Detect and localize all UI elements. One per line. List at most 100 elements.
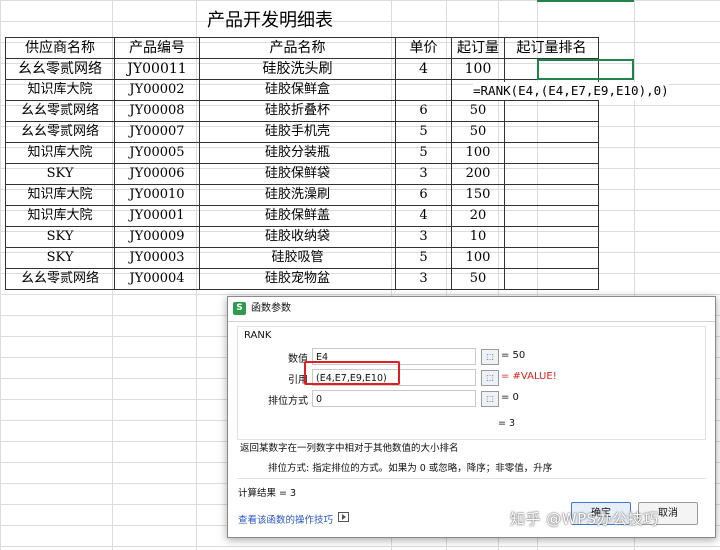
- help-link[interactable]: 查看该函数的操作技巧: [238, 512, 333, 526]
- arg-input-order[interactable]: 0: [312, 390, 476, 407]
- table-cell[interactable]: JY00002: [114, 79, 200, 101]
- table-cell[interactable]: JY00001: [114, 205, 200, 227]
- table-cell[interactable]: 4: [395, 58, 452, 80]
- header-cell[interactable]: 产品编号: [114, 37, 200, 59]
- arg-label-order: 排位方式: [268, 396, 308, 407]
- table-cell[interactable]: 幺幺零贰网络: [5, 100, 115, 122]
- table-cell[interactable]: JY00007: [114, 121, 200, 143]
- dialog-titlebar[interactable]: S 函数参数: [228, 297, 715, 322]
- table-cell[interactable]: JY00010: [114, 184, 200, 206]
- table-cell[interactable]: 3: [395, 163, 452, 185]
- divider: [237, 478, 706, 479]
- table-cell[interactable]: SKY: [5, 163, 115, 185]
- video-play-icon[interactable]: [338, 512, 349, 522]
- table-cell[interactable]: JY00005: [114, 142, 200, 164]
- header-cell[interactable]: 供应商名称: [5, 37, 115, 59]
- table-cell[interactable]: 150: [451, 184, 505, 206]
- table-cell[interactable]: 3: [395, 226, 452, 248]
- header-cell[interactable]: 起订量排名: [504, 37, 599, 59]
- table-cell[interactable]: 6: [395, 100, 452, 122]
- table-cell[interactable]: 50: [451, 121, 505, 143]
- table-cell[interactable]: 硅胶宠物盆: [199, 268, 396, 290]
- table-cell[interactable]: 5: [395, 142, 452, 164]
- table-cell[interactable]: 200: [451, 163, 505, 185]
- table-cell[interactable]: [504, 121, 599, 143]
- preview-result: = 3: [498, 418, 516, 429]
- table-cell[interactable]: 50: [451, 100, 505, 122]
- table-cell[interactable]: 20: [451, 205, 505, 227]
- table-cell[interactable]: 100: [451, 247, 505, 269]
- param-help: 排位方式: 指定排位的方式。如果为 0 或忽略，降序；非零值，升序: [268, 463, 553, 474]
- table-cell[interactable]: 10: [451, 226, 505, 248]
- function-name: RANK: [244, 330, 272, 341]
- table-cell[interactable]: 知识库大院: [5, 142, 115, 164]
- table-row: 知识库大院 JY00001 硅胶保鲜盖 4 20: [5, 205, 599, 227]
- table-cell[interactable]: SKY: [5, 247, 115, 269]
- table-cell[interactable]: JY00009: [114, 226, 200, 248]
- table-cell[interactable]: 50: [451, 268, 505, 290]
- header-cell[interactable]: 单价: [395, 37, 452, 59]
- header-cell[interactable]: 起订量: [451, 37, 505, 59]
- table-cell[interactable]: JY00006: [114, 163, 200, 185]
- table-cell[interactable]: 硅胶折叠杯: [199, 100, 396, 122]
- table-cell[interactable]: JY00011: [114, 58, 200, 80]
- range-select-icon[interactable]: ⬚: [481, 391, 499, 407]
- range-select-icon[interactable]: ⬚: [481, 370, 499, 386]
- dialog-title: 函数参数: [251, 303, 291, 314]
- arg-label-ref: 引用: [288, 375, 308, 386]
- table-cell[interactable]: 100: [451, 58, 505, 80]
- header-cell[interactable]: 产品名称: [199, 37, 396, 59]
- table-cell[interactable]: [504, 100, 599, 122]
- table-cell[interactable]: 硅胶分装瓶: [199, 142, 396, 164]
- table-cell[interactable]: 5: [395, 247, 452, 269]
- table-cell[interactable]: 硅胶洗头刷: [199, 58, 396, 80]
- range-select-icon[interactable]: ⬚: [481, 349, 499, 365]
- table-cell[interactable]: 硅胶保鲜盖: [199, 205, 396, 227]
- table-cell[interactable]: JY00008: [114, 100, 200, 122]
- table-cell[interactable]: 硅胶保鲜盒: [199, 79, 396, 101]
- table-cell[interactable]: 知识库大院: [5, 79, 115, 101]
- table-cell[interactable]: 幺幺零贰网络: [5, 58, 115, 80]
- table-row: SKY JY00003 硅胶吸管 5 100: [5, 247, 599, 269]
- table-cell[interactable]: 硅胶收纳袋: [199, 226, 396, 248]
- table-cell[interactable]: 6: [395, 184, 452, 206]
- table-cell[interactable]: 硅胶吸管: [199, 247, 396, 269]
- table-cell[interactable]: [504, 184, 599, 206]
- table-row: 知识库大院 JY00010 硅胶洗澡刷 6 150: [5, 184, 599, 206]
- arg-result-ref: = #VALUE!: [501, 371, 557, 382]
- table-cell[interactable]: 幺幺零贰网络: [5, 121, 115, 143]
- table-cell[interactable]: [504, 205, 599, 227]
- table-cell[interactable]: JY00003: [114, 247, 200, 269]
- table-cell[interactable]: SKY: [5, 226, 115, 248]
- table-cell[interactable]: [504, 226, 599, 248]
- table-cell[interactable]: [504, 142, 599, 164]
- function-description: 返回某数字在一列数字中相对于其他数值的大小排名: [240, 443, 459, 454]
- table-cell[interactable]: [504, 247, 599, 269]
- table-row: 幺幺零贰网络 JY00004 硅胶宠物盆 3 50: [5, 268, 599, 290]
- sheet-title: 产品开发明细表: [207, 10, 333, 31]
- table-header-row: 供应商名称 产品编号 产品名称 单价 起订量 起订量排名: [5, 37, 599, 59]
- table-cell[interactable]: 5: [395, 121, 452, 143]
- table-cell[interactable]: 知识库大院: [5, 205, 115, 227]
- arg-result-number: = 50: [501, 350, 526, 361]
- table-cell[interactable]: 知识库大院: [5, 184, 115, 206]
- table-cell[interactable]: 硅胶手机壳: [199, 121, 396, 143]
- formula-text[interactable]: =RANK(E4,(E4,E7,E9,E10),0): [473, 82, 669, 100]
- table-cell[interactable]: 幺幺零贰网络: [5, 268, 115, 290]
- data-table: 供应商名称 产品编号 产品名称 单价 起订量 起订量排名 幺幺零贰网络 JY000…: [5, 37, 599, 290]
- table-cell[interactable]: [504, 163, 599, 185]
- table-cell[interactable]: [504, 268, 599, 290]
- table-row: 幺幺零贰网络 JY00011 硅胶洗头刷 4 100: [5, 58, 599, 80]
- table-cell[interactable]: 4: [395, 205, 452, 227]
- calc-result: 计算结果 = 3: [238, 488, 297, 499]
- table-cell[interactable]: 100: [451, 142, 505, 164]
- table-cell[interactable]: 硅胶保鲜袋: [199, 163, 396, 185]
- selected-cell[interactable]: [537, 59, 634, 80]
- table-cell[interactable]: 3: [395, 268, 452, 290]
- table-cell[interactable]: [395, 79, 452, 101]
- table-row: SKY JY00009 硅胶收纳袋 3 10: [5, 226, 599, 248]
- table-cell[interactable]: JY00004: [114, 268, 200, 290]
- table-cell[interactable]: 硅胶洗澡刷: [199, 184, 396, 206]
- highlight-annotation: [304, 361, 400, 385]
- arg-result-order: = 0: [501, 392, 519, 403]
